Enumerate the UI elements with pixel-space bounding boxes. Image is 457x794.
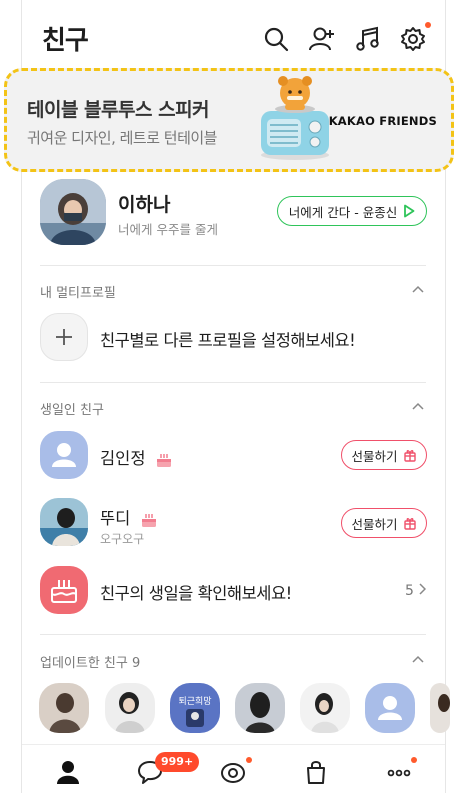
birthday-cake-icon (141, 513, 156, 527)
profile-music-label: 너에게 간다 - 윤종신 (288, 204, 398, 220)
updated-friend-avatar[interactable] (235, 683, 285, 733)
birthday-cake-icon[interactable] (40, 566, 88, 614)
multiprofile-section-title: 내 멀티프로필 (40, 286, 116, 301)
more-tab-dots-icon[interactable] (386, 759, 412, 785)
multiprofile-cta[interactable]: 친구별로 다른 프로필을 설정해보세요! (100, 327, 356, 351)
page-title: 친구 (42, 26, 89, 56)
my-status-message: 너에게 우주를 줄게 (118, 222, 218, 237)
bottom-tab-bar (22, 744, 445, 794)
banner-title: 테이블 블루투스 스피커 (27, 99, 210, 121)
birthday-section-title: 생일인 친구 (40, 403, 104, 418)
music-icon[interactable] (354, 25, 382, 53)
gift-button-label: 선물하기 (351, 516, 398, 532)
birthday-cake-icon (156, 453, 171, 467)
divider (40, 634, 426, 635)
chat-unread-badge: 999+ (155, 752, 200, 772)
view-tab-new-dot (246, 757, 252, 763)
friends-tab-person-icon[interactable] (55, 759, 81, 785)
updated-section-title: 업데이트한 친구 9 (40, 656, 141, 671)
updated-friend-avatar[interactable]: 퇴근희망 (170, 683, 220, 733)
more-tab-new-dot (411, 757, 417, 763)
divider (40, 265, 426, 266)
speaker-product-image (255, 75, 335, 163)
collapse-chevron-up-icon[interactable] (412, 402, 424, 410)
updated-friend-avatar-default[interactable] (365, 683, 415, 733)
divider (40, 382, 426, 383)
gift-box-icon (403, 450, 416, 462)
collapse-chevron-up-icon[interactable] (412, 655, 424, 663)
gift-button[interactable]: 선물하기 (341, 508, 427, 538)
ad-banner[interactable]: 테이블 블루투스 스피커 귀여운 디자인, 레트로 턴테이블 KAKAO FRI… (4, 68, 454, 172)
chevron-right-icon (419, 583, 427, 595)
search-icon[interactable] (262, 25, 290, 53)
birthday-check-link[interactable]: 친구의 생일을 확인해보세요! (100, 580, 292, 604)
my-name: 이하나 (118, 194, 171, 216)
settings-new-dot (425, 22, 431, 28)
view-tab-eye-icon[interactable] (220, 759, 246, 785)
my-profile-avatar[interactable] (40, 179, 106, 245)
add-multiprofile-button[interactable] (40, 313, 88, 361)
updated-friend-avatar[interactable] (39, 683, 89, 733)
profile-music-button[interactable]: 너에게 간다 - 윤종신 (277, 196, 427, 226)
birthday-count: 5 (405, 583, 414, 599)
updated-friend-avatar[interactable] (300, 683, 350, 733)
friend-status-message: 오구오구 (100, 532, 145, 546)
birthday-count-link[interactable]: 5 (405, 583, 427, 599)
collapse-chevron-up-icon[interactable] (412, 285, 424, 293)
gift-button-label: 선물하기 (351, 448, 398, 464)
gift-button[interactable]: 선물하기 (341, 440, 427, 470)
friend-name-text: 김인정 (100, 449, 146, 468)
updated-friend-avatar[interactable] (430, 683, 450, 733)
shopping-tab-bag-icon[interactable] (303, 759, 329, 785)
add-friend-icon[interactable] (308, 25, 336, 53)
banner-brand: KAKAO FRIENDS (328, 114, 437, 128)
updated-friend-avatar[interactable] (105, 683, 155, 733)
play-icon (404, 204, 415, 218)
friend-avatar-photo[interactable] (40, 498, 88, 546)
gift-box-icon (403, 518, 416, 530)
friend-name[interactable]: 뚜디 (100, 505, 158, 529)
friend-name[interactable]: 김인정 (100, 445, 173, 469)
plus-icon (56, 329, 72, 345)
banner-subtitle: 귀여운 디자인, 레트로 턴테이블 (27, 129, 217, 147)
settings-gear-icon[interactable] (399, 25, 427, 53)
friend-avatar-default[interactable] (40, 431, 88, 479)
friend-name-text: 뚜디 (100, 509, 131, 528)
